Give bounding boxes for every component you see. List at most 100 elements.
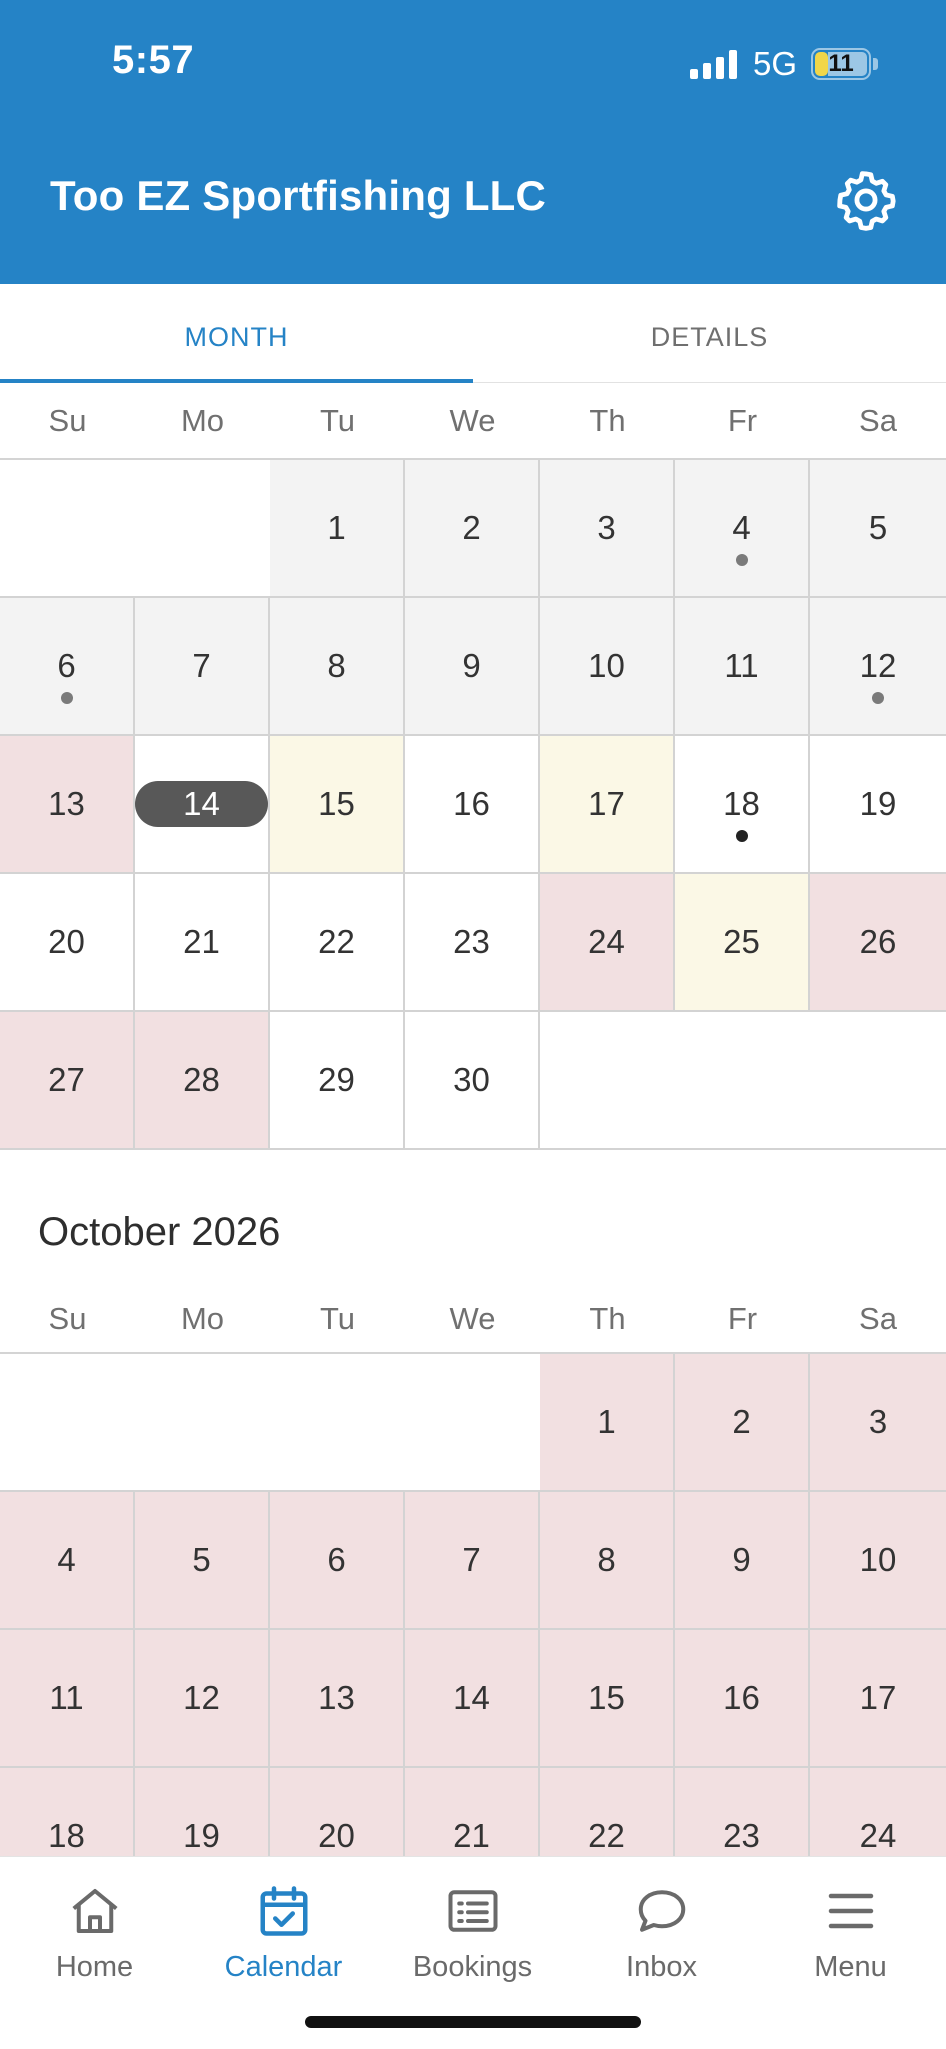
- calendar-day[interactable]: 7: [135, 598, 270, 736]
- day-number: 8: [597, 1541, 616, 1578]
- weekday-header-september: Su Mo Tu We Th Fr Sa: [0, 382, 946, 460]
- calendar-day[interactable]: 1: [540, 1354, 675, 1492]
- day-number: 22: [588, 1817, 625, 1854]
- home-icon: [71, 1889, 118, 1933]
- calendar-day[interactable]: 17: [810, 1630, 946, 1768]
- day-number: 6: [57, 647, 76, 684]
- calendar-day[interactable]: 26: [810, 874, 946, 1012]
- day-number: 4: [732, 509, 751, 546]
- gear-icon[interactable]: [832, 166, 900, 234]
- day-number: 23: [453, 923, 490, 960]
- weekday-label: We: [449, 403, 496, 438]
- calendar-day[interactable]: 25: [675, 874, 810, 1012]
- calendar-day[interactable]: 4: [675, 460, 810, 598]
- calendar-day[interactable]: 12: [135, 1630, 270, 1768]
- weekday-label: Tu: [319, 403, 356, 438]
- calendar-day[interactable]: 18: [675, 736, 810, 874]
- day-number: 8: [327, 647, 346, 684]
- calendar-day[interactable]: 5: [810, 460, 946, 598]
- calendar-day[interactable]: 2: [405, 460, 540, 598]
- day-number: 18: [723, 785, 760, 822]
- day-number: 18: [48, 1817, 85, 1854]
- calendar-day[interactable]: 16: [675, 1630, 810, 1768]
- weekday-label: Th: [589, 1301, 626, 1336]
- calendar-day[interactable]: 5: [135, 1492, 270, 1630]
- nav-bookings-label: Bookings: [412, 1951, 533, 1983]
- calendar-day[interactable]: 16: [405, 736, 540, 874]
- calendar-day[interactable]: 22: [270, 874, 405, 1012]
- weekday-label: Fr: [727, 403, 758, 438]
- nav-bookings[interactable]: Bookings: [378, 1881, 567, 1984]
- calendar-day[interactable]: 13: [270, 1630, 405, 1768]
- booking-indicator-dot: [872, 692, 884, 704]
- calendar-day[interactable]: 15: [540, 1630, 675, 1768]
- tab-month[interactable]: MONTH: [0, 284, 473, 382]
- day-number: 19: [183, 1817, 220, 1854]
- nav-inbox[interactable]: Inbox: [567, 1881, 756, 1984]
- calendar-day[interactable]: 24: [540, 874, 675, 1012]
- calendar-day[interactable]: 9: [405, 598, 540, 736]
- calendar-day[interactable]: 15: [270, 736, 405, 874]
- calendar-day[interactable]: 11: [675, 598, 810, 736]
- status-indicators: 5G 11: [690, 44, 879, 84]
- nav-menu[interactable]: Menu: [756, 1881, 945, 1984]
- nav-calendar[interactable]: Calendar: [189, 1881, 378, 1984]
- day-number: 20: [48, 923, 85, 960]
- view-tabs: MONTH DETAILS: [0, 284, 946, 383]
- calendar-day[interactable]: 10: [540, 598, 675, 736]
- calendar-day[interactable]: 28: [135, 1012, 270, 1150]
- nav-inbox-label: Inbox: [626, 1951, 697, 1983]
- weekday-label: Su: [48, 1301, 87, 1336]
- calendar-day[interactable]: 20: [0, 874, 135, 1012]
- calendar-day[interactable]: 8: [270, 598, 405, 736]
- day-number: 2: [732, 1403, 751, 1440]
- home-indicator: [305, 2016, 641, 2028]
- day-number: 1: [327, 509, 346, 546]
- calendar-day[interactable]: 17: [540, 736, 675, 874]
- calendar-day[interactable]: 9: [675, 1492, 810, 1630]
- day-number: 7: [192, 647, 211, 684]
- calendar-day[interactable]: 19: [810, 736, 946, 874]
- calendar-day[interactable]: 13: [0, 736, 135, 874]
- calendar-day[interactable]: 29: [270, 1012, 405, 1150]
- day-number: 12: [183, 1679, 220, 1716]
- day-number: 11: [724, 647, 759, 684]
- calendar-day[interactable]: 3: [810, 1354, 946, 1492]
- weekday-label: Mo: [180, 403, 225, 438]
- day-number: 24: [588, 923, 625, 960]
- day-number: 17: [588, 785, 625, 822]
- calendar-day[interactable]: 14: [405, 1630, 540, 1768]
- day-number: 5: [192, 1541, 211, 1578]
- weekday-label: We: [449, 1301, 496, 1336]
- calendar-day[interactable]: 3: [540, 460, 675, 598]
- weekday-header-october: Su Mo Tu We Th Fr Sa: [0, 1280, 946, 1358]
- weekday-label: Mo: [180, 1301, 225, 1336]
- tab-details[interactable]: DETAILS: [473, 284, 946, 382]
- calendar-day[interactable]: 30: [405, 1012, 540, 1150]
- day-number: 11: [49, 1679, 84, 1716]
- day-number: 12: [859, 647, 897, 684]
- calendar-day[interactable]: 2: [675, 1354, 810, 1492]
- calendar-day[interactable]: 7: [405, 1492, 540, 1630]
- day-number: 13: [48, 785, 85, 822]
- calendar-day[interactable]: 10: [810, 1492, 946, 1630]
- booking-indicator-dot: [735, 830, 748, 842]
- calendar-day[interactable]: 6: [0, 598, 135, 736]
- calendar-day[interactable]: 12: [810, 598, 946, 736]
- calendar-day[interactable]: 1: [270, 460, 405, 598]
- calendar-day-today[interactable]: 14: [135, 736, 270, 874]
- calendar-day[interactable]: 27: [0, 1012, 135, 1150]
- day-number: 21: [183, 923, 220, 960]
- calendar-day[interactable]: 23: [405, 874, 540, 1012]
- calendar-day[interactable]: 11: [0, 1630, 135, 1768]
- hamburger-menu-icon: [828, 1893, 873, 1929]
- day-number: 14: [453, 1679, 490, 1716]
- nav-home[interactable]: Home: [0, 1881, 189, 1984]
- calendar-day[interactable]: 21: [135, 874, 270, 1012]
- day-number: 21: [453, 1817, 490, 1854]
- calendar-day[interactable]: 6: [270, 1492, 405, 1630]
- calendar-day[interactable]: 4: [0, 1492, 135, 1630]
- calendar-day[interactable]: 8: [540, 1492, 675, 1630]
- booking-indicator-dot: [60, 692, 73, 704]
- day-number: 9: [462, 647, 481, 684]
